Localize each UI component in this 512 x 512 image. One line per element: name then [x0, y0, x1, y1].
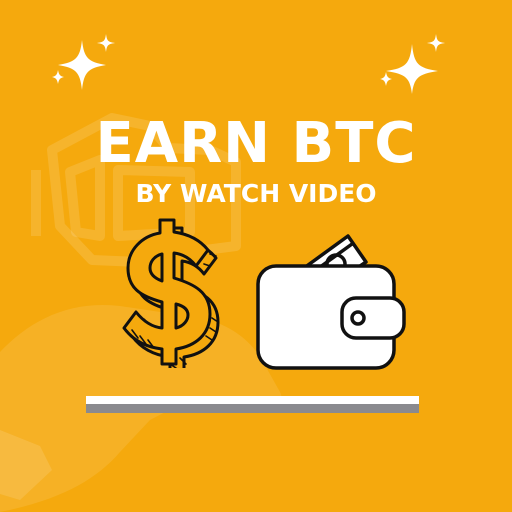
- divider-bar-bottom: [86, 404, 419, 413]
- promo-banner: EARN BTC BY WATCH VIDEO: [0, 0, 512, 512]
- sparkle-icon: [380, 34, 445, 94]
- sparkle-icon: [52, 34, 115, 90]
- headline: EARN BTC: [95, 111, 417, 176]
- dollar-sign-icon: [122, 218, 220, 368]
- subheadline: BY WATCH VIDEO: [135, 179, 377, 208]
- wallet-icon: [256, 234, 406, 370]
